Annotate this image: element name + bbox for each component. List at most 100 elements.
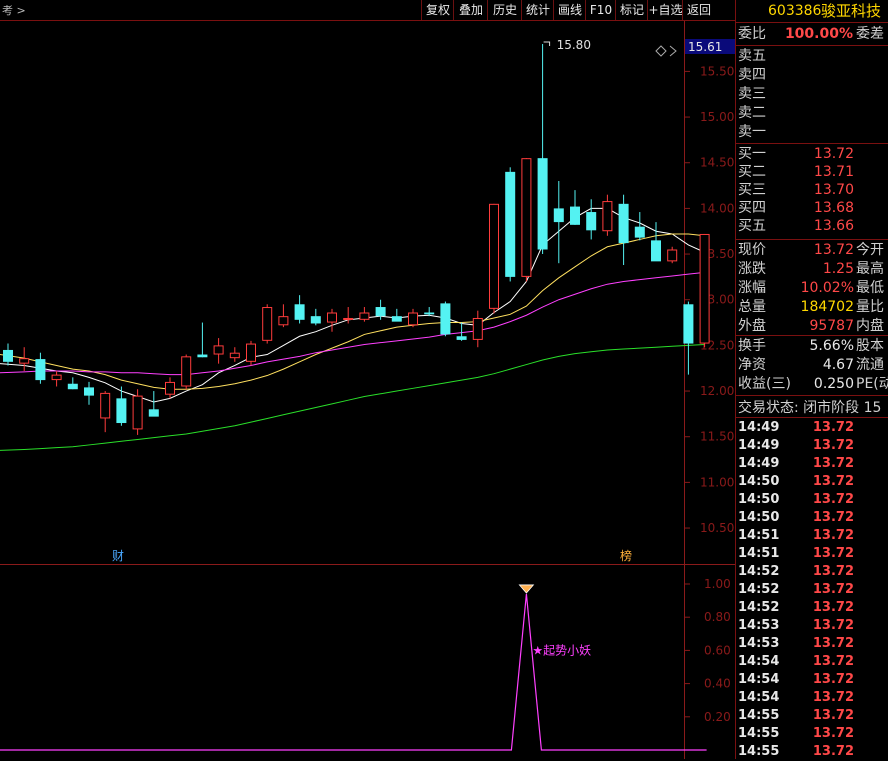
tick-time: 14:50 xyxy=(738,474,780,489)
candle-body xyxy=(359,312,370,320)
toolbar-button-3[interactable]: 统计 xyxy=(521,0,554,20)
tick-row: 14:49 13.72 xyxy=(736,419,888,437)
toolbar-button-6[interactable]: 标记 xyxy=(615,0,648,20)
candle-body xyxy=(424,312,435,315)
quote2-row-label2: 流通 xyxy=(856,357,884,373)
candle-body xyxy=(51,374,62,381)
quote-row: 外盘 95787 内盘 xyxy=(736,317,888,335)
finance-marker: 财 xyxy=(112,549,124,563)
stock-name: 骏亚科技 xyxy=(821,2,882,20)
quote-row: 总量 184702 量比 xyxy=(736,298,888,316)
tick-row: 14:53 13.72 xyxy=(736,617,888,635)
candle-body xyxy=(116,398,127,424)
quote-row-value: 13.72 xyxy=(813,242,854,258)
trade-status: 交易状态: 闭市阶段 15 xyxy=(736,399,888,417)
sell-row-label: 卖五 xyxy=(738,48,766,64)
wb-row: 委比 100.00% 委差 xyxy=(736,25,888,43)
candle-body xyxy=(456,336,467,340)
tick-price: 13.72 xyxy=(812,528,854,543)
candle-body xyxy=(148,409,159,417)
sell-row-label: 卖一 xyxy=(738,124,766,140)
indicator-tick-label: 0.80 xyxy=(704,610,731,624)
toolbar-button-8[interactable]: 返回 xyxy=(682,0,715,20)
sell-row: 卖一 xyxy=(736,123,888,141)
tick-time: 14:51 xyxy=(738,528,780,543)
toolbar-button-0[interactable]: 复权 xyxy=(421,0,454,20)
kline-chart[interactable]: 15.5015.0014.5014.0013.5013.0012.5012.00… xyxy=(0,21,735,759)
quote-row-label: 涨跌 xyxy=(738,261,766,277)
quote-row-value: 10.02% xyxy=(800,280,854,296)
tick-row: 14:50 13.72 xyxy=(736,491,888,509)
toolbar-button-4[interactable]: 画线 xyxy=(553,0,586,20)
toolbar-button-5[interactable]: F10 xyxy=(585,0,616,20)
candle-body xyxy=(651,240,661,262)
candle-body xyxy=(84,387,94,396)
candle-body xyxy=(618,203,629,244)
buy-row-label: 买三 xyxy=(738,182,766,198)
y-tick-label: 11.00 xyxy=(700,475,734,489)
toolbar-button-2[interactable]: 历史 xyxy=(487,0,522,20)
candle-body xyxy=(310,316,321,324)
indicator-tick-label: 0.60 xyxy=(704,643,731,657)
indicator-tick-label: 0.20 xyxy=(704,710,731,724)
candle-body xyxy=(683,304,694,344)
quote-row-label2: 最低 xyxy=(856,280,884,296)
candle-body xyxy=(440,303,451,335)
quote-row-label: 总量 xyxy=(738,299,766,315)
candle-body xyxy=(197,354,208,358)
candle-body xyxy=(165,381,175,395)
buy-row: 买三 13.70 xyxy=(736,181,888,199)
tick-time: 14:54 xyxy=(738,690,780,705)
tick-row: 14:53 13.72 xyxy=(736,635,888,653)
quote-row-label2: 内盘 xyxy=(856,318,884,334)
quote2-row: 净资 4.67 流通 xyxy=(736,356,888,374)
tick-time: 14:53 xyxy=(738,618,780,633)
quote-row-label: 外盘 xyxy=(738,318,766,334)
candle-body xyxy=(343,317,354,320)
candle-body xyxy=(375,307,386,317)
tick-time: 14:52 xyxy=(738,600,780,615)
price-marker-label: 15.61 xyxy=(688,40,722,54)
tick-price: 13.72 xyxy=(812,438,854,453)
quote-row-value: 1.25 xyxy=(822,261,854,277)
candle-body xyxy=(472,317,483,340)
candle-body xyxy=(699,233,710,344)
tick-time: 14:49 xyxy=(738,420,780,435)
high-pointer xyxy=(543,41,551,46)
high-annotation: 15.80 xyxy=(557,38,591,52)
quote-panel: 603386 骏亚科技 委比 100.00% 委差 卖五 卖四 卖三 卖二 卖一 买一 1… xyxy=(735,0,888,759)
toolbar-button-1[interactable]: 叠加 xyxy=(453,0,488,20)
tick-time: 14:55 xyxy=(738,726,780,741)
y-tick-label: 14.50 xyxy=(700,156,734,170)
candle-body xyxy=(294,304,305,320)
quote-row-value: 184702 xyxy=(800,299,854,315)
ma-line-ma10 xyxy=(0,233,705,390)
tick-row: 14:54 13.72 xyxy=(736,671,888,689)
tick-time: 14:55 xyxy=(738,744,780,759)
candle-body xyxy=(537,158,548,250)
candle-body xyxy=(408,312,418,326)
y-tick-label: 10.50 xyxy=(700,521,734,535)
quote2-row-label2: PE(动 xyxy=(856,376,888,392)
tick-price: 13.72 xyxy=(812,420,854,435)
candle-body xyxy=(667,249,678,262)
buy-row-value: 13.66 xyxy=(813,218,854,234)
toolbar-left-label[interactable]: 考 > xyxy=(2,2,26,18)
tick-price: 13.72 xyxy=(812,654,854,669)
candle-body xyxy=(229,352,240,359)
quote2-row-label: 净资 xyxy=(738,357,766,373)
tick-time: 14:51 xyxy=(738,546,780,561)
ma-line-ma5 xyxy=(0,207,705,403)
tick-row: 14:55 13.72 xyxy=(736,725,888,743)
candle-body xyxy=(246,343,256,362)
quote-row-label: 涨幅 xyxy=(738,280,766,296)
tick-time: 14:54 xyxy=(738,672,780,687)
toolbar-button-7[interactable]: +自选 xyxy=(647,0,683,20)
rank-marker: 榜 xyxy=(620,548,632,563)
buy-row-value: 13.68 xyxy=(813,200,854,216)
buy-row: 买一 13.72 xyxy=(736,145,888,163)
tick-row: 14:52 13.72 xyxy=(736,599,888,617)
buy-row-value: 13.70 xyxy=(813,182,854,198)
buy-row-label: 买五 xyxy=(738,218,766,234)
tick-price: 13.72 xyxy=(812,672,854,687)
